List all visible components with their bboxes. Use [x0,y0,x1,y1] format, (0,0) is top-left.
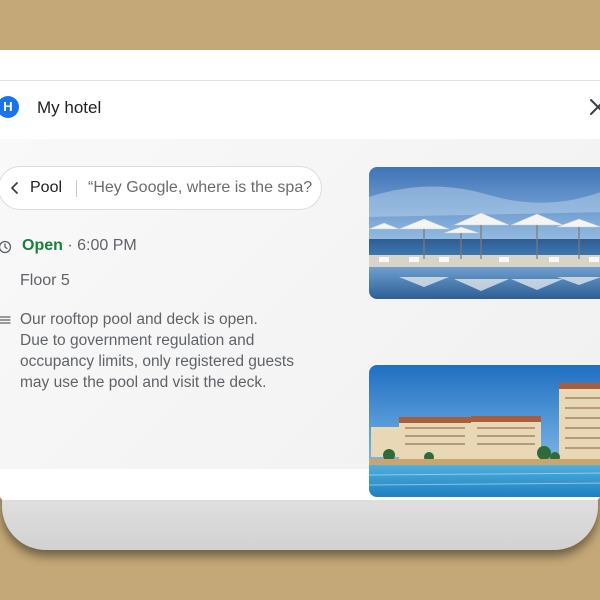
hub-screen: H My hotel Pool “Hey Google, where is th… [0,50,600,500]
description-line: Due to government regulation and [20,332,255,349]
hours-separator: · [62,237,78,254]
clock-icon [0,240,12,254]
description-line: Our rooftop pool and deck is open. [20,311,258,328]
chip-label: Pool [30,179,63,196]
open-status: Open [22,237,63,254]
chevron-left-icon[interactable] [7,180,23,196]
description: Our rooftop pool and deck is open. Due t… [20,309,294,393]
notes-icon [0,316,11,324]
closing-time: 6:00 PM [77,237,137,254]
description-line: may use the pool and visit the deck. [20,374,267,391]
header: H My hotel [0,81,600,139]
avatar-icon[interactable]: H [0,96,19,118]
description-line: occupancy limits, only registered guests [20,353,294,370]
close-icon[interactable] [586,95,600,119]
floor-label: Floor 5 [20,272,70,289]
page-title: My hotel [37,98,102,117]
query-chip[interactable]: Pool “Hey Google, where is the spa? [0,166,322,210]
top-strip [0,50,600,81]
hours-line: Open · 6:00 PM [22,237,137,255]
hotel-pool-photo[interactable] [369,365,600,497]
content-panel: Pool “Hey Google, where is the spa? Open… [0,139,600,497]
rooftop-pool-umbrellas-photo[interactable] [369,167,600,299]
chip-query-text: “Hey Google, where is the spa? [88,179,313,196]
chip-divider [76,180,77,197]
